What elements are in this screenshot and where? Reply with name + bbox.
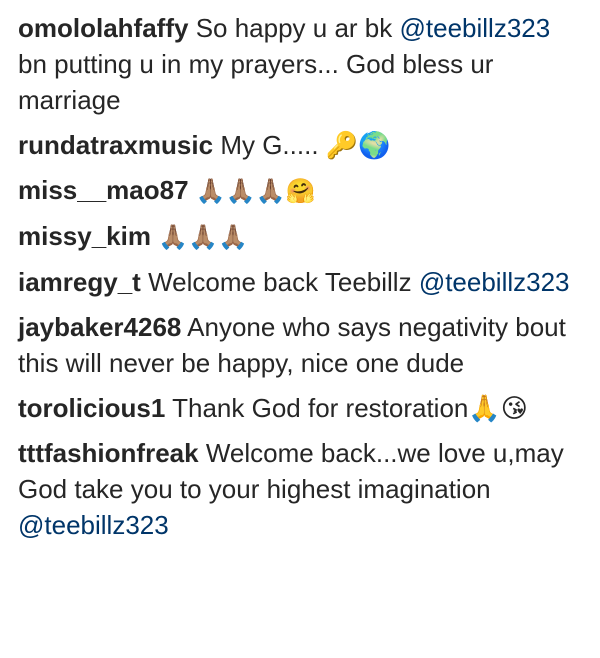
comment-mention-link[interactable]: @teebillz323 xyxy=(419,267,570,297)
comment-text: Welcome back Teebillz xyxy=(148,267,412,297)
comment-username-link[interactable]: missy_kim xyxy=(18,221,151,251)
comment-text: 🙏🏽🙏🏽🙏🏽 xyxy=(158,223,248,251)
comment-item: missy_kim 🙏🏽🙏🏽🙏🏽 xyxy=(18,218,582,255)
comment-item: tttfashionfreak Welcome back...we love u… xyxy=(18,435,582,543)
comment-item: torolicious1 Thank God for restoration🙏😘 xyxy=(18,390,582,426)
comment-username-link[interactable]: omololahfaffy xyxy=(18,13,188,43)
comment-username-link[interactable]: miss__mao87 xyxy=(18,175,189,205)
comment-mention-link[interactable]: @teebillz323 xyxy=(400,13,551,43)
comment-text: So happy u ar bk xyxy=(195,13,393,43)
comment-item: miss__mao87 🙏🏽🙏🏽🙏🏽🤗 xyxy=(18,172,582,209)
comment-username-link[interactable]: rundatraxmusic xyxy=(18,130,213,160)
comment-item: omololahfaffy So happy u ar bk @teebillz… xyxy=(18,10,582,118)
comment-username-link[interactable]: iamregy_t xyxy=(18,267,141,297)
comment-text: 🙏🏽🙏🏽🙏🏽🤗 xyxy=(195,177,316,205)
comment-item: jaybaker4268 Anyone who says negativity … xyxy=(18,309,582,381)
comment-item: rundatraxmusic My G..... 🔑🌍 xyxy=(18,127,582,163)
comment-username-link[interactable]: jaybaker4268 xyxy=(18,312,181,342)
comment-username-link[interactable]: tttfashionfreak xyxy=(18,438,199,468)
comments-list: omololahfaffy So happy u ar bk @teebillz… xyxy=(0,0,600,658)
comment-mention-link[interactable]: @teebillz323 xyxy=(18,510,169,540)
comment-text: bn putting u in my prayers... God bless … xyxy=(18,49,494,115)
comment-text: My G..... 🔑🌍 xyxy=(220,130,391,160)
comment-item: iamregy_t Welcome back Teebillz @teebill… xyxy=(18,264,582,300)
comment-text: Thank God for restoration🙏😘 xyxy=(172,393,528,423)
comment-username-link[interactable]: torolicious1 xyxy=(18,393,165,423)
